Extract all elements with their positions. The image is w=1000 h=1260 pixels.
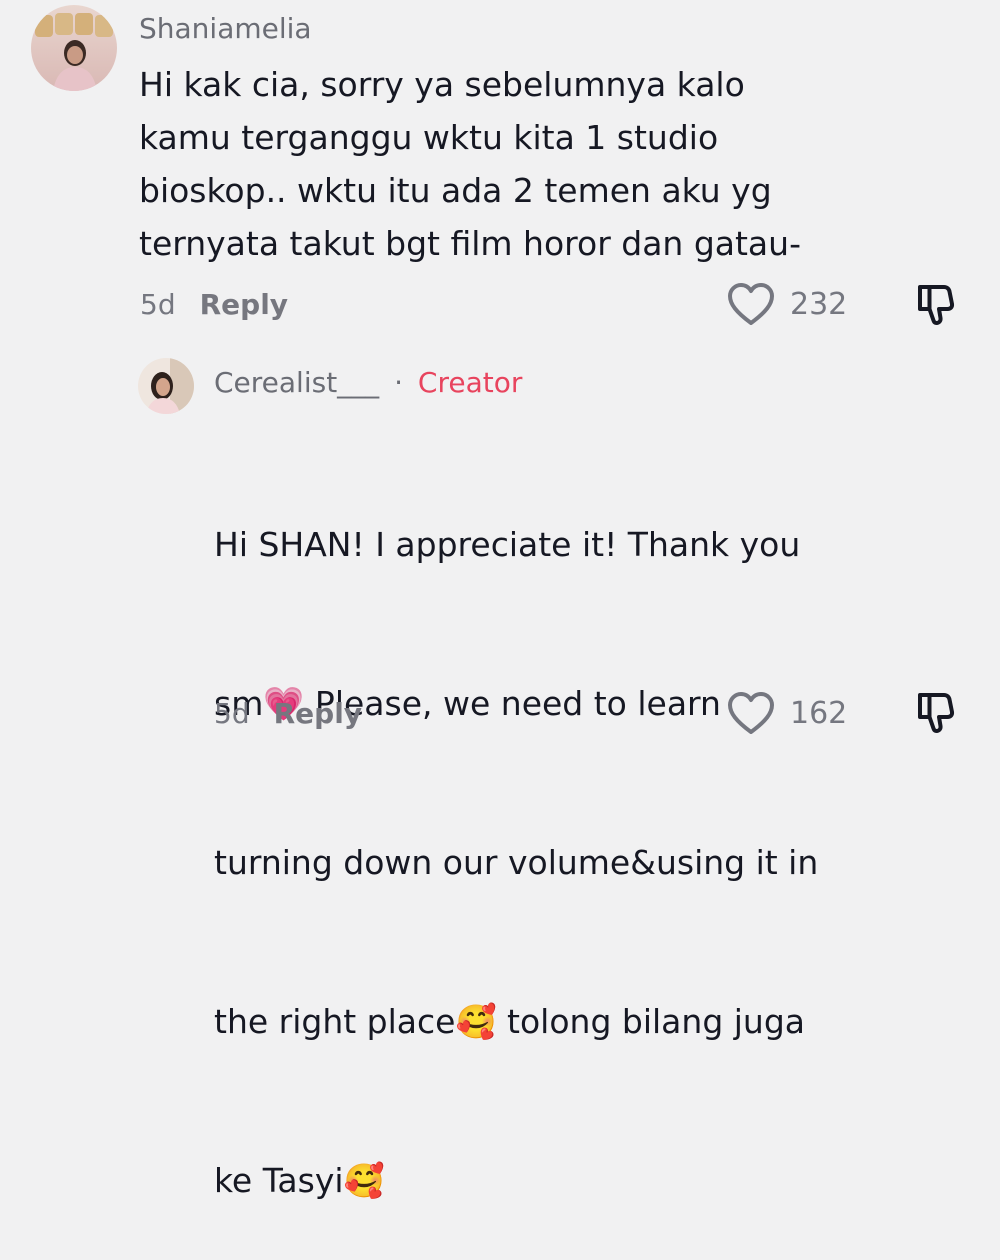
- smiling-hearts-emoji: 🥰: [455, 1002, 497, 1041]
- comment-reply-button[interactable]: Reply: [200, 288, 288, 321]
- reply-reply-button[interactable]: Reply: [274, 697, 362, 730]
- heart-outline-icon: [728, 692, 774, 734]
- comment-dislike-button[interactable]: [914, 282, 960, 330]
- thumbs-down-icon: [918, 693, 955, 733]
- smiling-hearts-emoji: 🥰: [343, 1161, 385, 1200]
- reply-line-3: turning down our volume&using it in: [214, 843, 819, 882]
- comment-text: Hi kak cia, sorry ya sebelumnya kalo kam…: [139, 65, 801, 263]
- creator-badge: Creator: [417, 366, 523, 399]
- reply-text-part: the right place: [214, 1002, 456, 1041]
- thumbs-down-icon: [918, 285, 955, 325]
- reply-line-1: Hi SHAN! I appreciate it! Thank you: [214, 525, 801, 564]
- reply-dislike-button[interactable]: [914, 690, 960, 738]
- reply-meta: 5d Reply: [214, 697, 362, 730]
- reply-like-button[interactable]: 162: [726, 690, 847, 736]
- comment-like-count: 232: [790, 286, 848, 322]
- reply-username-row: Cerealist___ · Creator: [214, 366, 522, 399]
- avatar-photo: [31, 5, 117, 91]
- reply-line-5: ke Tasyi🥰: [214, 1154, 894, 1207]
- reply-text-part: tolong bilang juga: [496, 1002, 806, 1041]
- reply-text: Hi SHAN! I appreciate it! Thank you sm💗 …: [214, 412, 894, 1260]
- heart-outline-icon: [728, 283, 774, 325]
- reply-avatar[interactable]: [138, 358, 194, 414]
- username-separator: ·: [394, 366, 403, 399]
- reply-timestamp: 5d: [214, 697, 250, 730]
- comment-like-button[interactable]: 232: [726, 281, 847, 327]
- commenter-username[interactable]: Shaniamelia: [139, 12, 312, 45]
- avatar-photo: [138, 358, 194, 414]
- reply-text-part: Please, we need to learn: [304, 684, 721, 723]
- comment-timestamp: 5d: [140, 288, 176, 321]
- reply-line-4: the right place🥰 tolong bilang juga: [214, 995, 894, 1048]
- commenter-avatar[interactable]: [31, 5, 117, 91]
- reply-text-part: ke Tasyi: [214, 1161, 344, 1200]
- reply-like-count: 162: [790, 695, 848, 731]
- reply-username[interactable]: Cerealist___: [214, 366, 379, 399]
- comment-meta: 5d Reply: [140, 288, 288, 321]
